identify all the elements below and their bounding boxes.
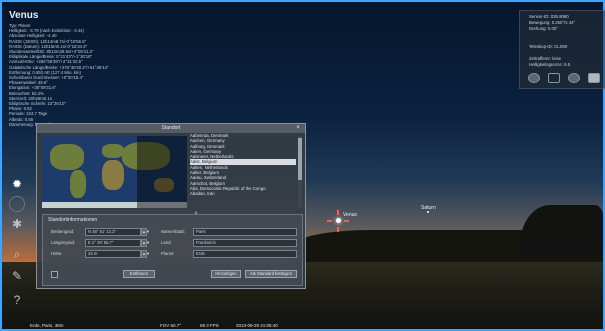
longitude-spinner[interactable]: ▲▼ <box>141 239 150 247</box>
telescope-sync-button[interactable] <box>548 73 560 83</box>
status-location: Erde, Paris, 38m <box>30 323 64 328</box>
name-label: Name/Stadt: <box>161 229 185 234</box>
venus-label: Venus <box>343 212 357 218</box>
planet-select[interactable]: Erde <box>193 250 297 258</box>
left-toolbar: ✹ ✱ ⌕ ✎ ? <box>6 168 28 328</box>
set-default-button[interactable]: Als Standard festlegen <box>245 270 297 278</box>
city-list-scrollbar[interactable] <box>298 136 302 208</box>
frame-top <box>0 0 605 2</box>
status-fov: FOV 50.7° <box>160 323 182 328</box>
venus-object[interactable] <box>336 218 341 223</box>
city-list-item[interactable]: Abadan, Iran <box>190 191 296 196</box>
telescope-info-line: Drehung: 0.00° <box>529 26 558 31</box>
telescope-info-line: Bewegung: 0.250°/s 44° <box>529 20 576 25</box>
telescope-panel: Sensor-ID: 035.9080 Bewegung: 0.250°/s 4… <box>519 10 605 89</box>
latitude-spinner[interactable]: ▲▼ <box>141 228 150 236</box>
map-north-america <box>50 144 84 170</box>
delete-button[interactable]: Entfernen <box>123 270 155 278</box>
telescope-info-line: Sensor-ID: 035.9080 <box>529 14 569 19</box>
map-africa <box>102 160 124 190</box>
latitude-label: Breitengrad: <box>51 229 75 234</box>
altitude-label: Höhe: <box>51 251 63 256</box>
telescope-track-button[interactable] <box>568 73 580 83</box>
object-info-list: Typ: Planet Helligkeit: -3.79 (nach Exti… <box>9 23 179 127</box>
use-as-default-checkbox[interactable] <box>51 271 58 278</box>
location-dialog: Standort × Aabenraa, Denmark Aachen, Ger… <box>36 123 306 289</box>
map-night-shade <box>137 136 187 208</box>
form-header: Standortinformationen <box>48 217 98 223</box>
altitude-field[interactable]: 34 m <box>85 250 141 258</box>
altitude-spinner[interactable]: ▲▼ <box>141 250 150 258</box>
close-icon[interactable]: × <box>294 125 302 132</box>
map-europe <box>102 144 124 158</box>
sun-ring-icon[interactable]: ✹ <box>9 176 25 192</box>
settings-wrench-icon[interactable]: ✎ <box>9 268 25 284</box>
telescope-slew-button[interactable] <box>528 73 540 83</box>
telescope-info-line: Helligkeitsgrenze: 6.5 <box>529 62 571 67</box>
location-info-form: Standortinformationen Breitengrad: N 48°… <box>42 214 303 286</box>
dialog-title: Standort <box>161 125 181 131</box>
country-select[interactable]: Frankreich <box>193 239 297 247</box>
status-bar: Erde, Paris, 38m FOV 50.7° 59.3 FPS 2013… <box>0 322 605 330</box>
map-south-america <box>70 170 86 198</box>
country-label: Land: <box>161 240 172 245</box>
longitude-field[interactable]: E 2° 20' 55.7" <box>85 239 141 247</box>
saturn-label: Saturn <box>421 205 436 211</box>
telescope-info-line: Teleskop-ID: CLX80 <box>529 44 568 49</box>
world-map[interactable] <box>42 136 187 208</box>
scrollbar-thumb[interactable] <box>298 138 302 180</box>
help-icon[interactable]: ? <box>9 292 25 308</box>
planet-label: Planet: <box>161 251 175 256</box>
name-field[interactable]: Paris <box>193 228 297 236</box>
tree-line <box>520 205 605 255</box>
gear-icon[interactable]: ✱ <box>9 216 25 232</box>
location-star-icon[interactable] <box>9 196 25 212</box>
telescope-info-line: Zeitrafferer: leise <box>529 56 562 61</box>
longitude-label: Längengrad: <box>51 240 76 245</box>
saturn-object[interactable] <box>427 211 429 213</box>
object-name: Venus <box>9 10 39 21</box>
search-icon[interactable]: ⌕ <box>9 246 25 262</box>
latitude-field[interactable]: N 48° 51' 12.2" <box>85 228 141 236</box>
telescope-stop-button[interactable] <box>588 73 600 83</box>
status-fps: 59.3 FPS <box>200 323 219 328</box>
status-datetime: 2013-09-29 21:05:40 <box>236 323 278 328</box>
add-button[interactable]: Hinzufügen <box>211 270 241 278</box>
city-list[interactable]: Aabenraa, Denmark Aachen, Germany Aalbor… <box>190 133 296 208</box>
frame-left <box>0 0 2 331</box>
